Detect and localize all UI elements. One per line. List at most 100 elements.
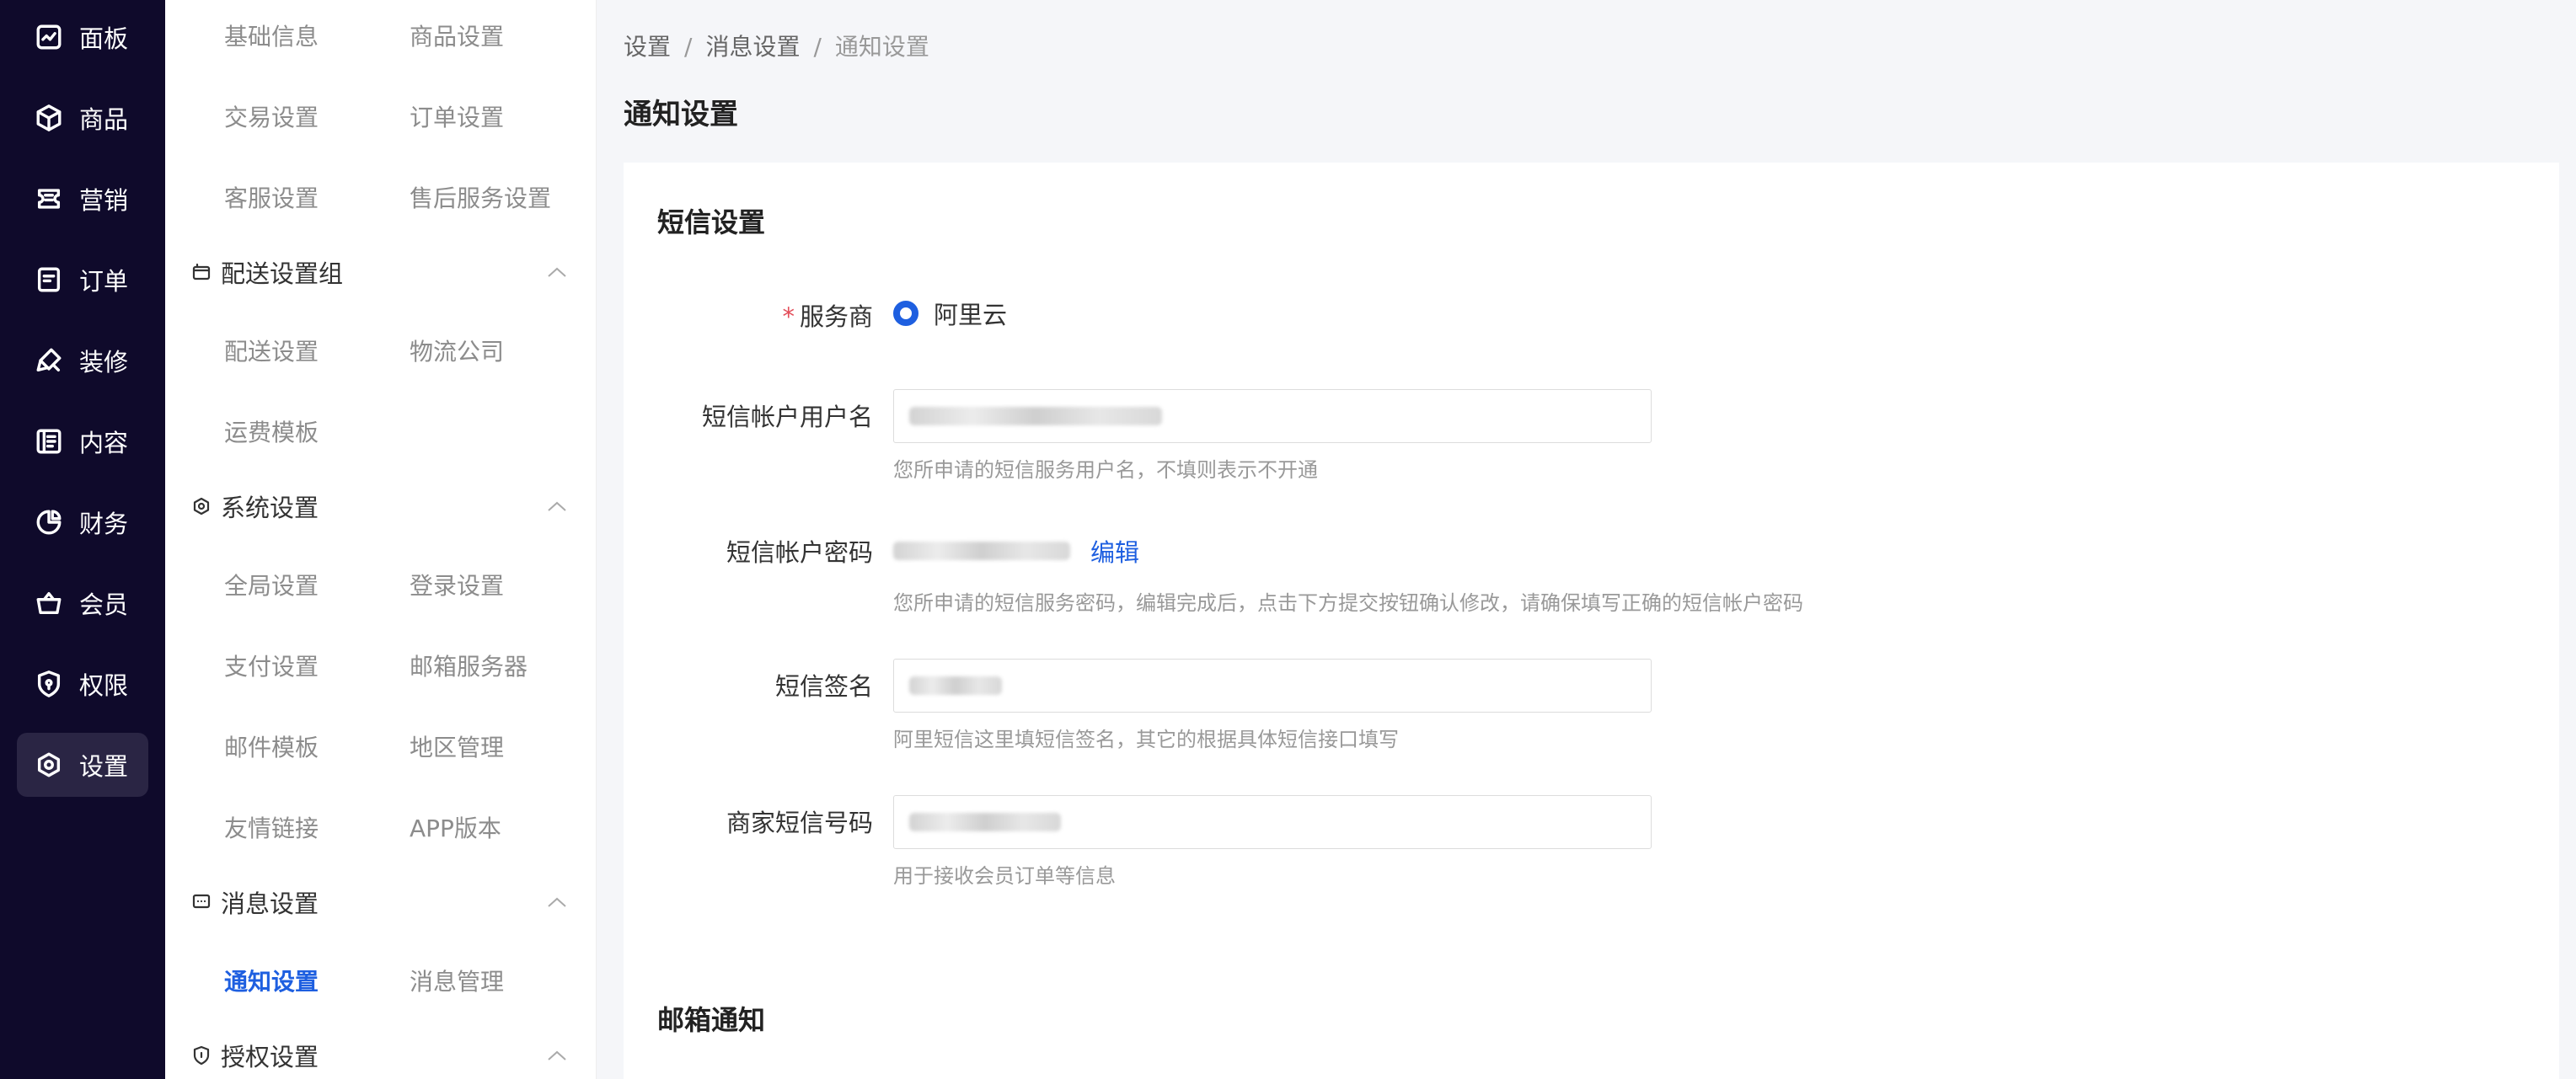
password-label: 短信帐户密码 bbox=[726, 538, 873, 567]
nav-item-label: 权限 bbox=[79, 671, 129, 700]
breadcrumb-item[interactable]: 设置 bbox=[624, 33, 671, 61]
password-help: 您所申请的短信服务密码，编辑完成后，点击下方提交按钮确认修改，请确保填写正确的短… bbox=[893, 591, 1803, 615]
shield-check-icon bbox=[190, 1044, 212, 1066]
group-title: 配送设置组 bbox=[221, 259, 344, 288]
submenu-link[interactable]: 基础信息 bbox=[224, 19, 319, 52]
password-display: 编辑 bbox=[893, 533, 1139, 569]
nav-item-members[interactable]: 会员 bbox=[17, 571, 148, 635]
chevron-up-icon bbox=[546, 1046, 568, 1065]
nav-item-content[interactable]: 内容 bbox=[17, 409, 148, 473]
username-label: 短信帐户用户名 bbox=[701, 403, 873, 431]
submenu-link[interactable]: 配送设置 bbox=[224, 334, 319, 367]
provider-label-text: 服务商 bbox=[799, 302, 873, 331]
page-title: 通知设置 bbox=[624, 98, 738, 131]
nav-item-label: 设置 bbox=[79, 752, 129, 781]
group-title: 系统设置 bbox=[221, 494, 319, 522]
submenu-link[interactable]: 地区管理 bbox=[410, 729, 504, 763]
paint-icon bbox=[34, 345, 64, 376]
group-title: 消息设置 bbox=[221, 889, 319, 918]
breadcrumb: 设置 / 消息设置 / 通知设置 bbox=[624, 29, 929, 62]
submenu-link[interactable]: 支付设置 bbox=[224, 649, 319, 682]
nav-item-finance[interactable]: 财务 bbox=[17, 490, 148, 554]
submenu-link[interactable]: 运费模板 bbox=[224, 414, 319, 448]
nav-item-label: 订单 bbox=[79, 267, 129, 296]
content-icon bbox=[34, 426, 64, 457]
merchant-phone-label: 商家短信号码 bbox=[726, 809, 873, 837]
nav-item-permissions[interactable]: 权限 bbox=[17, 652, 148, 716]
sms-section-title: 短信设置 bbox=[657, 206, 766, 238]
submenu-link[interactable]: 全局设置 bbox=[224, 568, 319, 601]
submenu-link[interactable]: 消息管理 bbox=[410, 964, 504, 997]
nav-item-label: 内容 bbox=[79, 429, 129, 457]
radio-label: 阿里云 bbox=[934, 301, 1008, 329]
provider-radio-aliyun[interactable]: 阿里云 bbox=[893, 296, 1007, 331]
message-icon bbox=[190, 891, 212, 913]
settings-submenu: 基础信息 商品设置 交易设置 订单设置 客服设置 售后服务设置 配送设置组 配送… bbox=[165, 0, 597, 1079]
breadcrumb-sep: / bbox=[684, 33, 693, 61]
group-message[interactable]: 消息设置 bbox=[190, 881, 580, 923]
chevron-up-icon bbox=[546, 263, 568, 281]
group-delivery[interactable]: 配送设置组 bbox=[190, 251, 580, 293]
basket-icon bbox=[34, 588, 64, 618]
nav-item-label: 面板 bbox=[79, 24, 129, 53]
cube-icon bbox=[34, 103, 64, 133]
submenu-link[interactable]: 友情链接 bbox=[224, 810, 319, 844]
nav-item-orders[interactable]: 订单 bbox=[17, 248, 148, 312]
nav-item-marketing[interactable]: 营销 bbox=[17, 167, 148, 231]
pie-chart-icon bbox=[34, 507, 64, 537]
truck-icon bbox=[190, 261, 212, 283]
blurred-value bbox=[893, 542, 1070, 560]
radio-checked-icon bbox=[893, 301, 918, 326]
nav-item-settings[interactable]: 设置 bbox=[17, 733, 148, 797]
submenu-link[interactable]: 订单设置 bbox=[410, 99, 504, 133]
edit-password-link[interactable]: 编辑 bbox=[1090, 533, 1139, 569]
breadcrumb-sep: / bbox=[813, 33, 822, 61]
submenu-link[interactable]: 售后服务设置 bbox=[410, 180, 551, 214]
group-system[interactable]: 系统设置 bbox=[190, 485, 580, 527]
breadcrumb-current: 通知设置 bbox=[834, 33, 929, 61]
shield-icon bbox=[34, 669, 64, 699]
submenu-link[interactable]: 邮箱服务器 bbox=[410, 649, 528, 682]
provider-label: * 服务商 bbox=[624, 297, 873, 333]
signature-help: 阿里短信这里填短信签名，其它的根据具体短信接口填写 bbox=[893, 728, 1399, 751]
required-mark: * bbox=[782, 302, 795, 331]
ticket-icon bbox=[34, 184, 64, 214]
sms-signature-input[interactable] bbox=[893, 659, 1652, 713]
nav-item-label: 装修 bbox=[79, 348, 129, 377]
submenu-link[interactable]: APP版本 bbox=[410, 810, 501, 844]
gear-icon bbox=[190, 495, 212, 517]
nav-item-label: 财务 bbox=[79, 510, 129, 538]
submenu-link[interactable]: 客服设置 bbox=[224, 180, 319, 214]
merchant-phone-help: 用于接收会员订单等信息 bbox=[893, 864, 1116, 888]
sms-username-input[interactable] bbox=[893, 389, 1652, 443]
submenu-link[interactable]: 物流公司 bbox=[410, 334, 504, 367]
blurred-value bbox=[909, 676, 1002, 695]
email-section-title: 邮箱通知 bbox=[657, 1004, 766, 1036]
breadcrumb-item[interactable]: 消息设置 bbox=[705, 33, 800, 61]
merchant-phone-input[interactable] bbox=[893, 795, 1652, 849]
chevron-up-icon bbox=[546, 497, 568, 515]
nav-item-label: 会员 bbox=[79, 590, 129, 619]
nav-item-label: 商品 bbox=[79, 105, 129, 134]
submenu-link[interactable]: 交易设置 bbox=[224, 99, 319, 133]
order-icon bbox=[34, 264, 64, 295]
blurred-value bbox=[909, 407, 1162, 425]
nav-item-label: 营销 bbox=[79, 186, 129, 215]
username-help: 您所申请的短信服务用户名，不填则表示不开通 bbox=[893, 458, 1318, 482]
submenu-link[interactable]: 商品设置 bbox=[410, 19, 504, 52]
nav-item-dashboard[interactable]: 面板 bbox=[17, 5, 148, 69]
signature-label: 短信签名 bbox=[774, 672, 873, 701]
nav-item-decoration[interactable]: 装修 bbox=[17, 329, 148, 393]
nav-item-products[interactable]: 商品 bbox=[17, 86, 148, 150]
chevron-up-icon bbox=[546, 893, 568, 911]
submenu-link[interactable]: 登录设置 bbox=[410, 568, 504, 601]
group-authorization[interactable]: 授权设置 bbox=[190, 1034, 580, 1076]
main-nav: 面板 商品 营销 订单 装修 内容 财务 会员 权限 设置 bbox=[0, 0, 165, 1079]
settings-card: 短信设置 * 服务商 阿里云 短信帐户用户名 您所申请的短信服务用户名，不填则表示… bbox=[624, 163, 2559, 1079]
submenu-link-active[interactable]: 通知设置 bbox=[224, 964, 319, 997]
submenu-link[interactable]: 邮件模板 bbox=[224, 729, 319, 763]
group-title: 授权设置 bbox=[221, 1043, 319, 1071]
dashboard-icon bbox=[34, 22, 64, 52]
settings-icon bbox=[34, 750, 64, 780]
blurred-value bbox=[909, 813, 1061, 831]
